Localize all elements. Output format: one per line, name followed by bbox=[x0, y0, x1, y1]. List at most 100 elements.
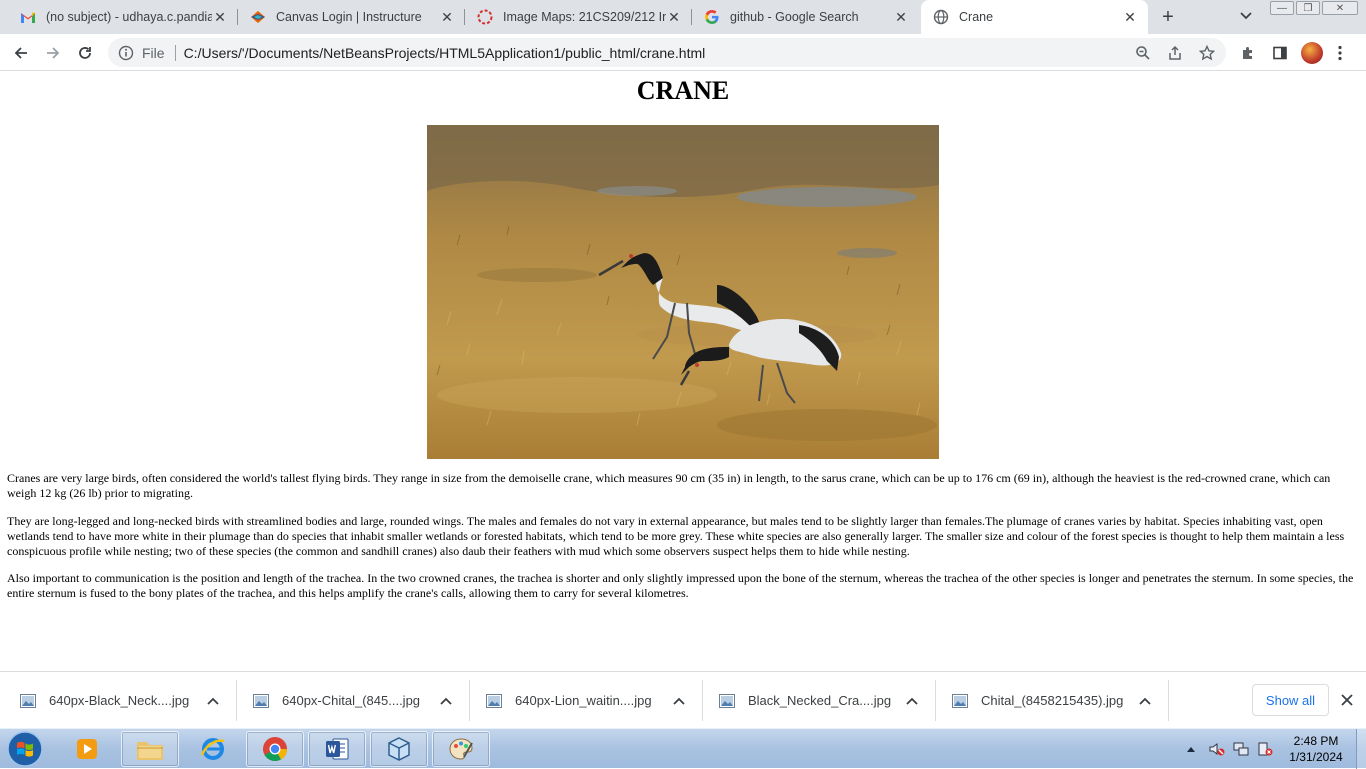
image-file-icon bbox=[20, 693, 36, 708]
reload-icon bbox=[79, 47, 91, 59]
profile-avatar[interactable] bbox=[1299, 40, 1325, 66]
action-center-icon[interactable] bbox=[1254, 731, 1276, 767]
arrow-left-icon bbox=[14, 47, 27, 59]
extensions-icon[interactable] bbox=[1235, 40, 1261, 66]
browser-toolbar: File C:/Users/'/Documents/NetBeansProjec… bbox=[0, 34, 1366, 71]
close-window-button[interactable]: ✕ bbox=[1322, 1, 1358, 15]
media-player-button[interactable] bbox=[58, 731, 116, 767]
chevron-up-icon[interactable] bbox=[905, 694, 919, 708]
file-explorer-button[interactable] bbox=[121, 731, 179, 767]
forward-button[interactable] bbox=[40, 40, 66, 66]
avatar bbox=[1301, 42, 1323, 64]
windows-logo-icon bbox=[7, 731, 43, 767]
image-file-icon bbox=[719, 693, 735, 708]
show-desktop-button[interactable] bbox=[1356, 729, 1366, 769]
info-icon[interactable] bbox=[118, 45, 134, 61]
word-icon bbox=[326, 738, 349, 760]
tab-title: github - Google Search bbox=[730, 10, 859, 24]
close-icon[interactable]: ✕ bbox=[1122, 9, 1138, 25]
chevron-up-icon[interactable] bbox=[206, 694, 220, 708]
crane-photo bbox=[427, 125, 939, 459]
download-filename: 640px-Chital_(845....jpg bbox=[282, 693, 421, 708]
download-item[interactable]: 640px-Chital_(845....jpg bbox=[233, 672, 469, 729]
word-button[interactable] bbox=[308, 731, 366, 767]
restore-button[interactable]: ❐ bbox=[1296, 1, 1320, 15]
share-icon[interactable] bbox=[1164, 42, 1186, 64]
chrome-button[interactable] bbox=[246, 731, 304, 767]
download-item[interactable]: Black_Necked_Cra....jpg bbox=[699, 672, 935, 729]
virtualbox-button[interactable] bbox=[370, 731, 428, 767]
taskbar: 2:48 PM 1/31/2024 bbox=[0, 728, 1366, 769]
canvas-icon bbox=[250, 9, 266, 25]
imagemaps-icon bbox=[477, 9, 493, 25]
media-player-icon bbox=[77, 739, 97, 759]
tab-gmail[interactable]: (no subject) - udhaya.c.pandian ✕ bbox=[8, 0, 238, 34]
download-item[interactable]: 640px-Lion_waitin....jpg bbox=[466, 672, 702, 729]
close-icon[interactable]: ✕ bbox=[893, 9, 909, 25]
side-panel-icon[interactable] bbox=[1267, 40, 1293, 66]
virtualbox-icon bbox=[388, 737, 410, 761]
paragraph-size: Cranes are very large birds, often consi… bbox=[7, 471, 1331, 500]
chevron-up-icon[interactable] bbox=[1138, 694, 1152, 708]
download-filename: Chital_(8458215435).jpg bbox=[981, 693, 1124, 708]
file-explorer-icon bbox=[137, 742, 163, 760]
network-icon[interactable] bbox=[1230, 731, 1252, 767]
gmail-icon bbox=[20, 9, 36, 25]
internet-explorer-button[interactable] bbox=[184, 731, 242, 767]
download-item[interactable]: 640px-Black_Neck....jpg bbox=[0, 672, 236, 729]
google-icon bbox=[704, 9, 720, 25]
paint-button[interactable] bbox=[432, 731, 490, 767]
minimize-button[interactable]: — bbox=[1270, 1, 1294, 15]
new-tab-button[interactable]: + bbox=[1156, 5, 1180, 29]
chevron-up-icon[interactable] bbox=[439, 694, 453, 708]
close-icon[interactable] bbox=[1338, 691, 1356, 709]
system-clock[interactable]: 2:48 PM 1/31/2024 bbox=[1283, 733, 1349, 765]
download-item[interactable]: Chital_(8458215435).jpg bbox=[932, 672, 1168, 729]
zoom-icon[interactable] bbox=[1132, 42, 1154, 64]
scheme-label: File bbox=[142, 44, 165, 61]
menu-kebab-icon[interactable] bbox=[1327, 40, 1353, 66]
tab-title: (no subject) - udhaya.c.pandian bbox=[46, 10, 212, 24]
page-content: CRANE Cranes are very large birds, often… bbox=[0, 71, 1366, 671]
volume-muted-icon[interactable] bbox=[1206, 731, 1228, 767]
tab-google[interactable]: github - Google Search ✕ bbox=[692, 0, 919, 34]
chevron-up-icon[interactable] bbox=[672, 694, 686, 708]
paragraph-plumage: They are long-legged and long-necked bir… bbox=[7, 514, 1345, 558]
back-button[interactable] bbox=[8, 40, 34, 66]
paragraph-trachea: Also important to communication is the p… bbox=[7, 571, 1354, 600]
bookmark-star-icon[interactable] bbox=[1196, 42, 1218, 64]
close-icon[interactable]: ✕ bbox=[212, 9, 228, 25]
tab-title: Crane bbox=[959, 10, 994, 24]
url-text[interactable]: C:/Users/'/Documents/NetBeansProjects/HT… bbox=[184, 45, 706, 61]
download-filename: 640px-Lion_waitin....jpg bbox=[515, 693, 652, 708]
clock-date: 1/31/2024 bbox=[1289, 750, 1343, 764]
tab-strip: (no subject) - udhaya.c.pandian ✕ Canvas… bbox=[0, 0, 1366, 34]
paint-icon bbox=[449, 738, 473, 760]
start-button[interactable] bbox=[4, 730, 46, 768]
show-all-button[interactable]: Show all bbox=[1252, 684, 1329, 716]
globe-icon bbox=[933, 9, 949, 25]
tab-canvas[interactable]: Canvas Login | Instructure ✕ bbox=[238, 0, 465, 34]
clock-time: 2:48 PM bbox=[1293, 734, 1339, 748]
tray-expand-icon[interactable] bbox=[1182, 731, 1200, 767]
address-bar[interactable]: File C:/Users/'/Documents/NetBeansProjec… bbox=[108, 38, 1226, 67]
arrow-right-icon bbox=[47, 47, 60, 59]
download-filename: 640px-Black_Neck....jpg bbox=[49, 693, 190, 708]
close-icon[interactable]: ✕ bbox=[439, 9, 455, 25]
close-icon[interactable]: ✕ bbox=[666, 9, 682, 25]
tab-imagemaps[interactable]: Image Maps: 21CS209/212 Inte ✕ bbox=[465, 0, 692, 34]
chevron-down-icon[interactable] bbox=[1236, 6, 1256, 26]
image-file-icon bbox=[253, 693, 269, 708]
image-file-icon bbox=[486, 693, 502, 708]
download-filename: Black_Necked_Cra....jpg bbox=[748, 693, 892, 708]
internet-explorer-icon bbox=[200, 738, 225, 760]
page-title: CRANE bbox=[636, 76, 730, 105]
tab-title: Image Maps: 21CS209/212 Inte bbox=[503, 10, 666, 24]
image-file-icon bbox=[952, 693, 968, 708]
download-shelf: 640px-Black_Neck....jpg 640px-Chital_(84… bbox=[0, 671, 1366, 728]
chrome-icon bbox=[263, 737, 287, 762]
tab-crane[interactable]: Crane ✕ bbox=[921, 0, 1148, 34]
reload-button[interactable] bbox=[72, 40, 98, 66]
download-divider bbox=[1168, 680, 1169, 721]
omnibox-divider bbox=[174, 44, 176, 61]
